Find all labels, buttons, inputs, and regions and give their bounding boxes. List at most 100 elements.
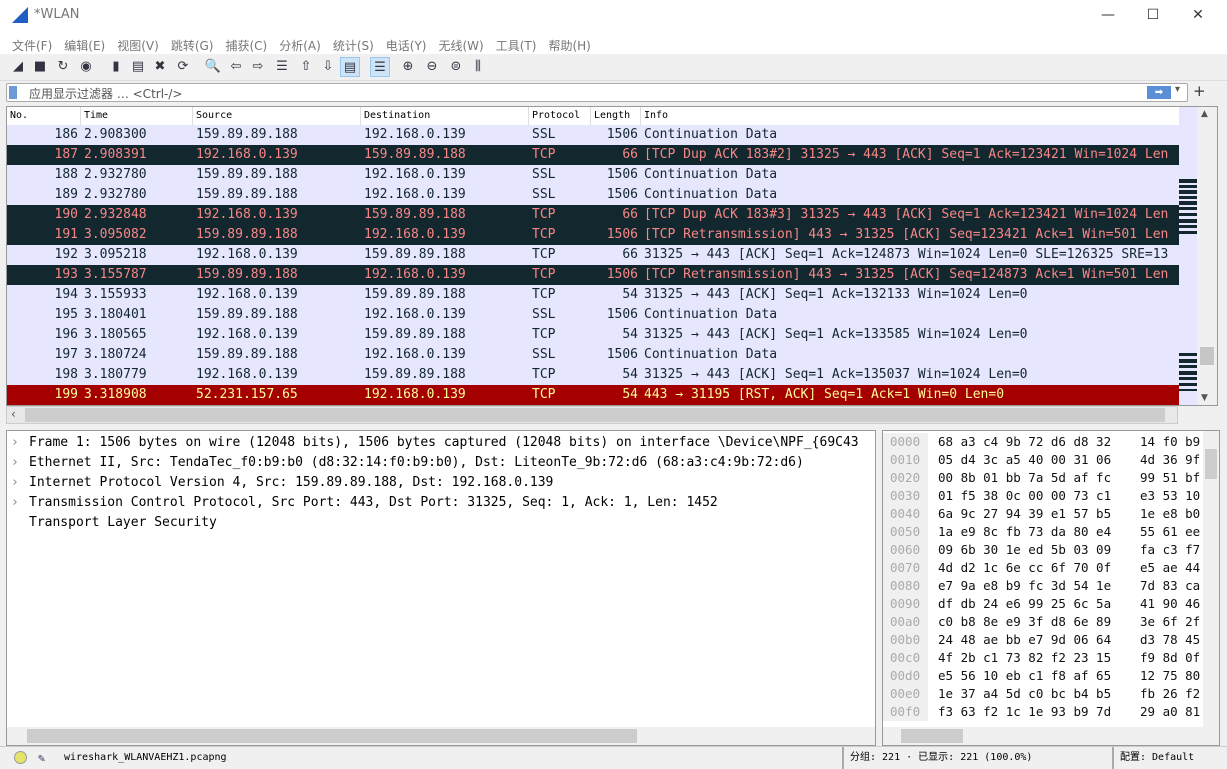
detail-tree-item[interactable]: Transport Layer Security [7,513,875,533]
hex-row[interactable]: 00d0 e5 56 10 eb c1 f8 af 65 12 75 80 [883,667,1203,685]
menu-10[interactable]: 帮助(H) [548,37,590,54]
menu-1[interactable]: 编辑(E) [64,37,105,54]
hex-row[interactable]: 00f0 f3 63 f2 1c 1e 93 b9 7d 29 a0 81 [883,703,1203,721]
menu-2[interactable]: 视图(V) [117,37,159,54]
hex-row[interactable]: 00c0 4f 2b c1 73 82 f2 23 15 f9 8d 0f [883,649,1203,667]
menu-7[interactable]: 电话(Y) [386,37,427,54]
menu-0[interactable]: 文件(F) [12,37,52,54]
column-header-protocol[interactable]: Protocol [529,107,591,125]
minimize-button[interactable]: — [1085,0,1131,30]
find-packet-icon[interactable]: 🔍 [203,57,223,77]
packet-row[interactable]: 186 2.908300 159.89.89.188 192.168.0.139 SSL… [7,125,1179,145]
detail-tree-item[interactable]: › Ethernet II, Src: TendaTec_f0:b9:b0 (d8… [7,453,875,473]
hex-row[interactable]: 00e0 1e 37 a4 5d c0 bc b4 b5 fb 26 f2 [883,685,1203,703]
packet-row[interactable]: 198 3.180779 192.168.0.139 159.89.89.188 TCP… [7,365,1179,385]
capture-comment-icon[interactable]: ✎ [38,747,45,769]
close-file-icon[interactable]: ✖ [150,57,170,77]
column-header-no[interactable]: No. [7,107,81,125]
bytes-hscrollbar[interactable] [883,727,1219,745]
expert-info-icon[interactable] [14,751,27,764]
detail-tree-item[interactable]: › Frame 1: 1506 bytes on wire (12048 bits… [7,433,875,453]
add-filter-button[interactable]: + [1193,82,1206,100]
packet-row[interactable]: 191 3.095082 159.89.89.188 192.168.0.139 TCP… [7,225,1179,245]
packet-row[interactable]: 187 2.908391 192.168.0.139 159.89.89.188 TCP… [7,145,1179,165]
packet-row[interactable]: 194 3.155933 192.168.0.139 159.89.89.188 TCP… [7,285,1179,305]
colorize-icon[interactable]: ☰ [370,57,390,77]
packet-row[interactable]: 197 3.180724 159.89.89.188 192.168.0.139 SSL… [7,345,1179,365]
open-file-icon[interactable]: ▮ [106,57,126,77]
packet-list-hscrollbar[interactable]: ‹ [6,406,1178,424]
hex-bytes: 1e e8 b0 [1140,506,1201,521]
column-header-time[interactable]: Time [81,107,193,125]
menu-9[interactable]: 工具(T) [496,37,537,54]
chevron-right-icon[interactable]: › [11,493,19,513]
packet-minimap[interactable] [1179,107,1197,405]
details-hscrollbar[interactable] [7,727,875,745]
display-filter-input[interactable]: 应用显示过滤器 … <Ctrl-/> ➡ ▾ [6,83,1188,102]
chevron-right-icon[interactable]: › [11,453,19,473]
packet-row[interactable]: 190 2.932848 192.168.0.139 159.89.89.188 TCP… [7,205,1179,225]
hex-bytes: 01 f5 38 0c 00 00 73 c1 [938,488,1112,503]
arrow-right-icon[interactable]: ➡ [1147,86,1171,99]
hex-row[interactable]: 0000 68 a3 c4 9b 72 d6 d8 32 14 f0 b9 [883,433,1203,451]
packet-row[interactable]: 189 2.932780 159.89.89.188 192.168.0.139 SSL… [7,185,1179,205]
shark-fin-start-icon[interactable]: ◢ [8,57,28,77]
packet-list-vscrollbar[interactable]: ▲ ▼ [1197,107,1217,405]
zoom-in-icon[interactable]: ⊕ [398,57,418,77]
hex-row[interactable]: 00b0 24 48 ae bb e7 9d 06 64 d3 78 45 [883,631,1203,649]
go-back-icon[interactable]: ⇦ [226,57,246,77]
zoom-normal-icon[interactable]: ⊜ [446,57,466,77]
chevron-right-icon[interactable]: › [11,473,19,493]
hex-row[interactable]: 0060 09 6b 30 1e ed 5b 03 09 fa c3 f7 [883,541,1203,559]
maximize-button[interactable]: ☐ [1130,0,1176,30]
profile-selector[interactable]: 配置: Default [1112,747,1194,769]
restart-icon[interactable]: ↻ [53,57,73,77]
minimap-mark [1179,359,1197,363]
chevron-down-icon[interactable]: ▾ [1175,84,1180,95]
autoscroll-icon[interactable]: ▤ [340,57,360,77]
column-header-source[interactable]: Source [193,107,361,125]
hex-row[interactable]: 0070 4d d2 1c 6e cc 6f 70 0f e5 ae 44 [883,559,1203,577]
menu-4[interactable]: 捕获(C) [225,37,267,54]
hex-row[interactable]: 00a0 c0 b8 8e e9 3f d8 6e 89 3e 6f 2f [883,613,1203,631]
last-packet-icon[interactable]: ⇩ [318,57,338,77]
menu-3[interactable]: 跳转(G) [171,37,214,54]
chevron-right-icon[interactable]: › [11,433,19,453]
save-file-icon[interactable]: ▤ [128,57,148,77]
detail-tree-item[interactable]: › Transmission Control Protocol, Src Port… [7,493,875,513]
zoom-out-icon[interactable]: ⊖ [422,57,442,77]
resize-columns-icon[interactable]: ⫼ [468,57,488,77]
bytes-vscrollbar[interactable] [1203,431,1219,727]
capture-options-icon[interactable]: ◉ [76,57,96,77]
menu-6[interactable]: 统计(S) [333,37,374,54]
column-header-length[interactable]: Length [591,107,641,125]
hex-offset: 00c0 [883,649,928,667]
detail-tree-item[interactable]: › Internet Protocol Version 4, Src: 159.8… [7,473,875,493]
go-forward-icon[interactable]: ⇨ [248,57,268,77]
packet-len: 1506 [606,267,638,282]
hex-row[interactable]: 0090 df db 24 e6 99 25 6c 5a 41 90 46 [883,595,1203,613]
hex-row[interactable]: 0050 1a e9 8c fb 73 da 80 e4 55 61 ee [883,523,1203,541]
stop-icon[interactable]: ■ [30,57,50,77]
hex-row[interactable]: 0040 6a 9c 27 94 39 e1 57 b5 1e e8 b0 [883,505,1203,523]
menu-8[interactable]: 无线(W) [439,37,484,54]
go-to-packet-icon[interactable]: ☰ [272,57,292,77]
packet-row[interactable]: 192 3.095218 192.168.0.139 159.89.89.188 TCP… [7,245,1179,265]
hex-offset: 0040 [883,505,928,523]
hex-row[interactable]: 0010 05 d4 3c a5 40 00 31 06 4d 36 9f [883,451,1203,469]
packet-row[interactable]: 193 3.155787 159.89.89.188 192.168.0.139 TCP… [7,265,1179,285]
hex-row[interactable]: 0030 01 f5 38 0c 00 00 73 c1 e3 53 10 [883,487,1203,505]
hex-row[interactable]: 0020 00 8b 01 bb 7a 5d af fc 99 51 bf [883,469,1203,487]
column-header-info[interactable]: Info [641,107,1181,125]
first-packet-icon[interactable]: ⇧ [296,57,316,77]
hex-row[interactable]: 0080 e7 9a e8 b9 fc 3d 54 1e 7d 83 ca [883,577,1203,595]
reload-icon[interactable]: ⟳ [173,57,193,77]
column-header-destination[interactable]: Destination [361,107,529,125]
packet-row[interactable]: 196 3.180565 192.168.0.139 159.89.89.188 TCP… [7,325,1179,345]
menu-5[interactable]: 分析(A) [279,37,321,54]
packet-row[interactable]: 188 2.932780 159.89.89.188 192.168.0.139 SSL… [7,165,1179,185]
bookmark-icon[interactable] [9,86,17,99]
packet-row[interactable]: 199 3.318908 52.231.157.65 192.168.0.139 TCP… [7,385,1179,405]
packet-row[interactable]: 195 3.180401 159.89.89.188 192.168.0.139 SSL… [7,305,1179,325]
close-button[interactable]: ✕ [1175,0,1221,30]
